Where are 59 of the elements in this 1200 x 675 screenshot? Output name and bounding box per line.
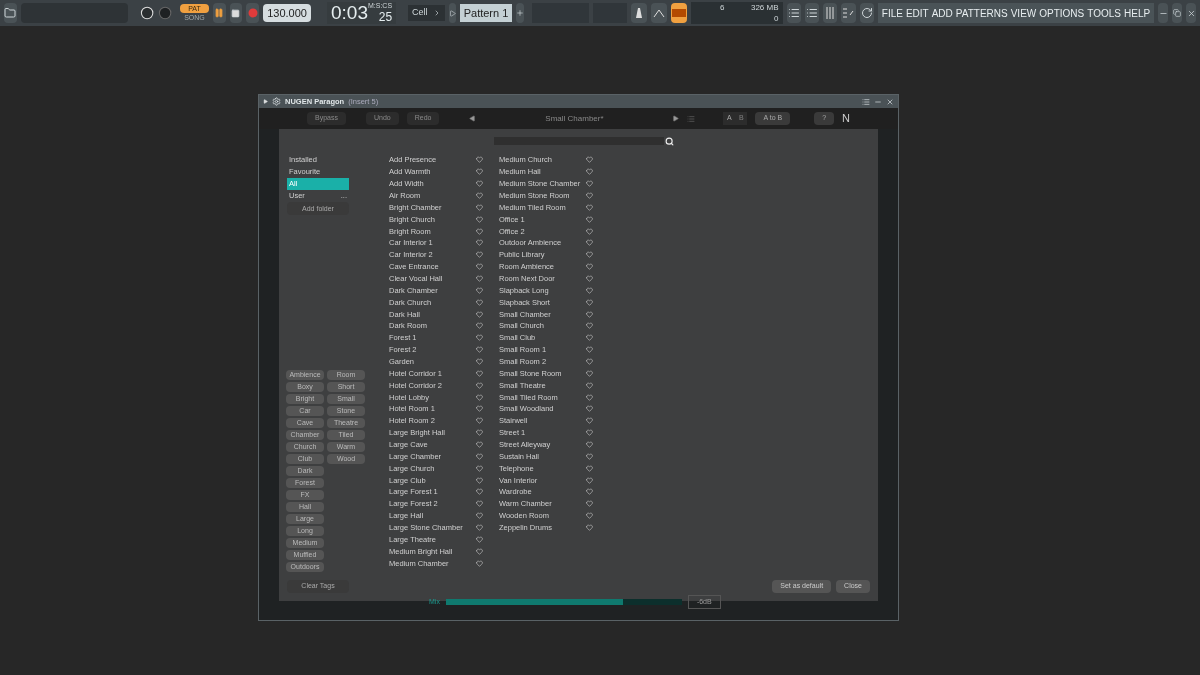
plus-icon bbox=[516, 9, 525, 17]
playlist-button[interactable] bbox=[786, 3, 801, 23]
menu-item[interactable]: OPTIONS bbox=[1039, 5, 1085, 21]
steps-icon bbox=[842, 7, 855, 19]
time-centiseconds: 25 bbox=[378, 10, 393, 24]
add-pattern-button[interactable] bbox=[516, 3, 525, 23]
menu-item[interactable]: VIEW bbox=[1010, 5, 1037, 21]
metronome-icon bbox=[634, 7, 645, 19]
pattern-nav-button[interactable] bbox=[448, 3, 456, 23]
logo-text: N bbox=[842, 111, 850, 127]
previous-preset-icon[interactable] bbox=[469, 115, 477, 122]
step-icon bbox=[671, 8, 686, 18]
metronome-button[interactable] bbox=[631, 3, 648, 23]
restore-button[interactable] bbox=[1172, 3, 1183, 23]
browser-button[interactable] bbox=[4, 3, 17, 23]
list-icon bbox=[787, 7, 800, 19]
step-edit-button[interactable] bbox=[670, 3, 687, 23]
pattern-select[interactable]: Pattern 1 bbox=[459, 4, 513, 22]
menu-item[interactable]: HELP bbox=[1124, 5, 1151, 21]
piano-roll-button[interactable] bbox=[841, 3, 856, 23]
cpu-reading: 6 bbox=[720, 2, 725, 13]
play-icon bbox=[448, 9, 456, 17]
pause-icon bbox=[214, 8, 225, 18]
menu-item[interactable]: EDIT bbox=[905, 5, 929, 21]
refresh-icon bbox=[860, 7, 873, 19]
menu-item[interactable]: ADD bbox=[931, 5, 953, 21]
list-icon[interactable] bbox=[862, 97, 870, 106]
wait-button[interactable] bbox=[651, 3, 667, 23]
channel-rack-button[interactable] bbox=[804, 3, 820, 23]
pause-button[interactable] bbox=[212, 3, 226, 23]
minimize-button[interactable] bbox=[1158, 3, 1169, 23]
restore-icon bbox=[1173, 9, 1182, 17]
mixer-button[interactable] bbox=[823, 3, 838, 23]
stop-icon bbox=[231, 8, 241, 18]
reset-button[interactable] bbox=[859, 3, 874, 23]
menu-item[interactable]: TOOLS bbox=[1087, 5, 1121, 21]
expand-icon[interactable] bbox=[263, 99, 268, 104]
snap-select[interactable]: Cell bbox=[408, 5, 445, 21]
memory-reading: 326 MB bbox=[749, 2, 779, 13]
mix-slider[interactable] bbox=[445, 599, 682, 605]
next-preset-icon[interactable] bbox=[672, 115, 680, 122]
time-text: 0:03 bbox=[330, 2, 368, 24]
arrow-up-icon bbox=[653, 8, 665, 18]
record-icon bbox=[247, 8, 258, 18]
folder-icon bbox=[4, 7, 17, 19]
list-icon bbox=[805, 7, 818, 19]
preset-name: Small Chamber* bbox=[544, 112, 605, 125]
stop-button[interactable] bbox=[229, 3, 243, 23]
close-icon[interactable] bbox=[886, 97, 894, 106]
polyphony-reading: 0 bbox=[774, 13, 779, 24]
menu-item[interactable]: FILE bbox=[881, 5, 903, 21]
list-icon[interactable] bbox=[687, 114, 696, 123]
sliders-icon bbox=[824, 7, 837, 19]
tempo-display[interactable]: 130.000 bbox=[263, 4, 311, 22]
gear-icon[interactable] bbox=[272, 97, 281, 106]
close-icon bbox=[1186, 8, 1196, 18]
close-button[interactable] bbox=[1186, 3, 1196, 23]
search-icon bbox=[664, 136, 674, 146]
menu-item[interactable]: PATTERNS bbox=[955, 5, 1008, 21]
